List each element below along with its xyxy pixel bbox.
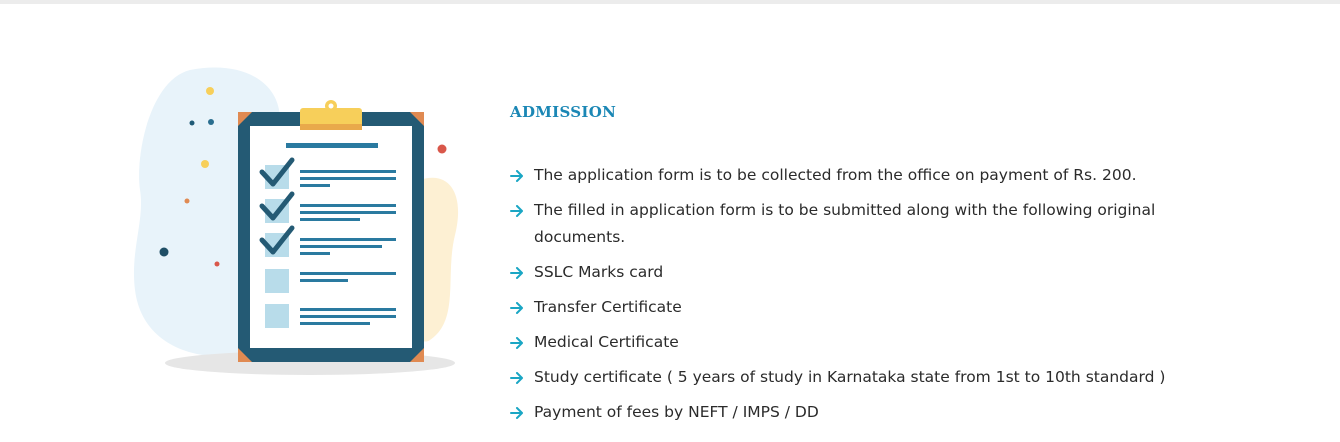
admission-content: ADMISSION The application form is to be … [510, 102, 1210, 434]
arrow-right-icon [510, 329, 534, 356]
arrow-right-icon [510, 294, 534, 321]
list-item: Transfer Certificate [510, 294, 1210, 321]
list-item-text: The application form is to be collected … [534, 166, 1137, 184]
admission-section: ADMISSION The application form is to be … [0, 0, 1340, 442]
list-item-text: Transfer Certificate [534, 298, 682, 316]
arrow-right-icon [510, 197, 534, 224]
clipboard-checklist-icon [120, 60, 480, 390]
requirements-list: The application form is to be collected … [510, 162, 1210, 426]
list-item-text: Payment of fees by NEFT / IMPS / DD [534, 403, 819, 421]
list-item-text: SSLC Marks card [534, 263, 664, 281]
list-item: The application form is to be collected … [510, 162, 1210, 189]
section-title: ADMISSION [510, 103, 617, 121]
list-item: Payment of fees by NEFT / IMPS / DD [510, 399, 1210, 426]
list-item: Medical Certificate [510, 329, 1210, 356]
list-item: The filled in application form is to be … [510, 197, 1210, 251]
list-item-text: Study certificate ( 5 years of study in … [534, 368, 1166, 386]
arrow-right-icon [510, 259, 534, 286]
list-item: SSLC Marks card [510, 259, 1210, 286]
arrow-right-icon [510, 162, 534, 189]
list-item: Study certificate ( 5 years of study in … [510, 364, 1210, 391]
arrow-right-icon [510, 399, 534, 426]
list-item-text: The filled in application form is to be … [534, 201, 1156, 246]
list-item-text: Medical Certificate [534, 333, 679, 351]
top-divider [0, 0, 1340, 4]
arrow-right-icon [510, 364, 534, 391]
